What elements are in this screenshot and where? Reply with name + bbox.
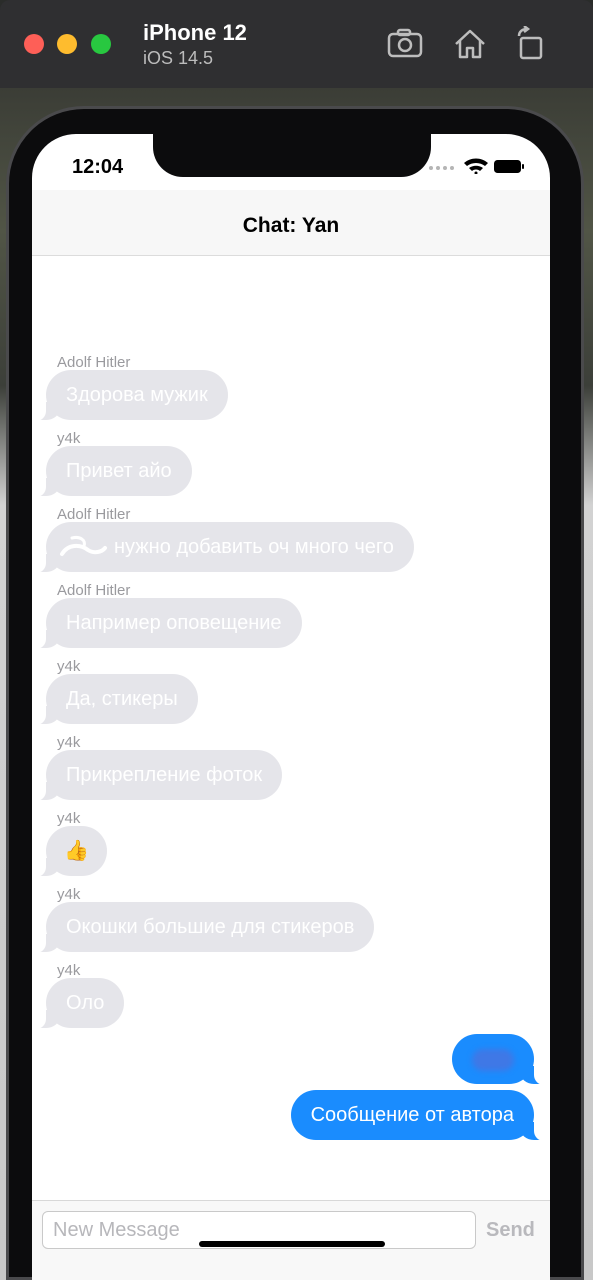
zoom-window-button[interactable] (91, 34, 111, 54)
phone-notch (153, 134, 431, 177)
os-version: iOS 14.5 (143, 48, 214, 68)
message-bubble[interactable]: нужно добавить оч много чего (34, 522, 414, 573)
message-bubble[interactable]: Окошки большие для стикеров (33, 902, 375, 953)
message-sender: y4k (57, 810, 81, 827)
message-sender: Adolf Hitler (57, 506, 131, 523)
scribble-icon (60, 536, 107, 556)
message-sender: y4k (57, 962, 81, 979)
close-window-button[interactable] (24, 34, 44, 54)
thumbs-up-message[interactable]: 👍 (34, 826, 107, 877)
message-text: нужно добавить оч много чего (114, 536, 394, 558)
chat-title: Chat: Yan (242, 214, 340, 237)
rotate-icon[interactable] (512, 26, 550, 62)
message-sender: Adolf Hitler (57, 582, 131, 599)
message-bubble[interactable]: Да, стикеры (34, 674, 198, 725)
send-button[interactable]: Send (486, 1219, 535, 1242)
message-bubble[interactable]: Здорова мужик (34, 370, 228, 421)
message-sender: y4k (57, 886, 81, 903)
phone-screen: 12:04 Chat: Yan Adolf Hitler Здорова муж… (32, 134, 550, 1280)
message-bubble[interactable]: Прикрепление фоток (33, 750, 283, 801)
wifi-icon (464, 158, 488, 174)
outgoing-message-bubble[interactable]: Сообщение от автора (290, 1090, 547, 1141)
battery-icon (494, 160, 524, 173)
message-list[interactable]: Adolf Hitler Здорова мужик y4k Привет ай… (32, 256, 550, 1200)
message-sender: y4k (57, 734, 81, 751)
navigation-bar: Chat: Yan (32, 190, 550, 256)
message-bubble[interactable]: Привет айо (34, 446, 192, 497)
simulator-title-bar: iPhone 12 iOS 14.5 (0, 0, 593, 88)
status-time: 12:04 (72, 156, 124, 178)
screenshot-icon[interactable] (386, 26, 424, 62)
message-sender: y4k (57, 658, 81, 675)
minimize-window-button[interactable] (57, 34, 77, 54)
home-icon[interactable] (451, 26, 489, 62)
composer-bar: Send (32, 1200, 550, 1280)
message-bubble[interactable]: Например оповещение (34, 598, 302, 649)
device-name: iPhone 12 (143, 20, 247, 45)
cellular-signal-icon (429, 166, 454, 170)
message-sender: y4k (57, 430, 81, 447)
outgoing-message-bubble[interactable] (452, 1034, 546, 1085)
message-sender: Adolf Hitler (57, 354, 131, 371)
status-icons (429, 158, 524, 174)
home-indicator[interactable] (199, 1241, 385, 1247)
message-bubble[interactable]: Оло (33, 978, 125, 1029)
redacted-content (472, 1048, 514, 1071)
